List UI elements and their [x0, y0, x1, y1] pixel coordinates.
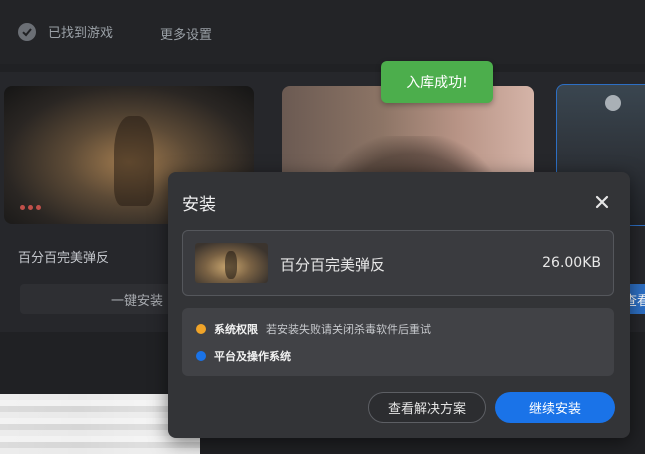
found-games-status: 已找到游戏 — [18, 22, 113, 41]
check-label: 平台及操作系统 — [214, 350, 291, 363]
success-toast: 入库成功! — [381, 61, 493, 103]
install-item: 百分百完美弹反 26.00KB — [182, 230, 614, 296]
cover-figure — [114, 116, 154, 206]
info-dot-icon — [196, 351, 206, 361]
check-circle-icon — [18, 22, 36, 41]
game-name: 百分百完美弹反 — [280, 256, 386, 274]
game-size: 26.00KB — [542, 255, 601, 271]
view-solution-button[interactable]: 查看解决方案 — [368, 392, 486, 423]
top-bar: 已找到游戏 更多设置 — [0, 0, 645, 64]
cover-dots — [20, 205, 41, 210]
dialog-title: 安装 — [182, 195, 216, 215]
continue-install-button[interactable]: 继续安装 — [495, 392, 615, 423]
check-message: 若安装失败请关闭杀毒软件后重试 — [266, 323, 431, 336]
game-thumbnail — [195, 243, 268, 283]
close-icon[interactable] — [592, 192, 612, 212]
found-games-label: 已找到游戏 — [48, 26, 114, 41]
game-card-title: 百分百完美弹反 — [18, 251, 110, 266]
cover-moon — [605, 95, 621, 111]
check-row-platform: 平台及操作系统 — [196, 348, 299, 364]
check-list: 系统权限 若安装失败请关闭杀毒软件后重试 平台及操作系统 — [182, 308, 614, 376]
check-label: 系统权限 — [214, 323, 258, 336]
check-row-permission: 系统权限 若安装失败请关闭杀毒软件后重试 — [196, 321, 431, 337]
install-dialog: 安装 百分百完美弹反 26.00KB 系统权限 若安装失败请关闭杀毒软件后重试 … — [168, 172, 630, 438]
warning-dot-icon — [196, 324, 206, 334]
more-settings-link[interactable]: 更多设置 — [160, 24, 212, 43]
